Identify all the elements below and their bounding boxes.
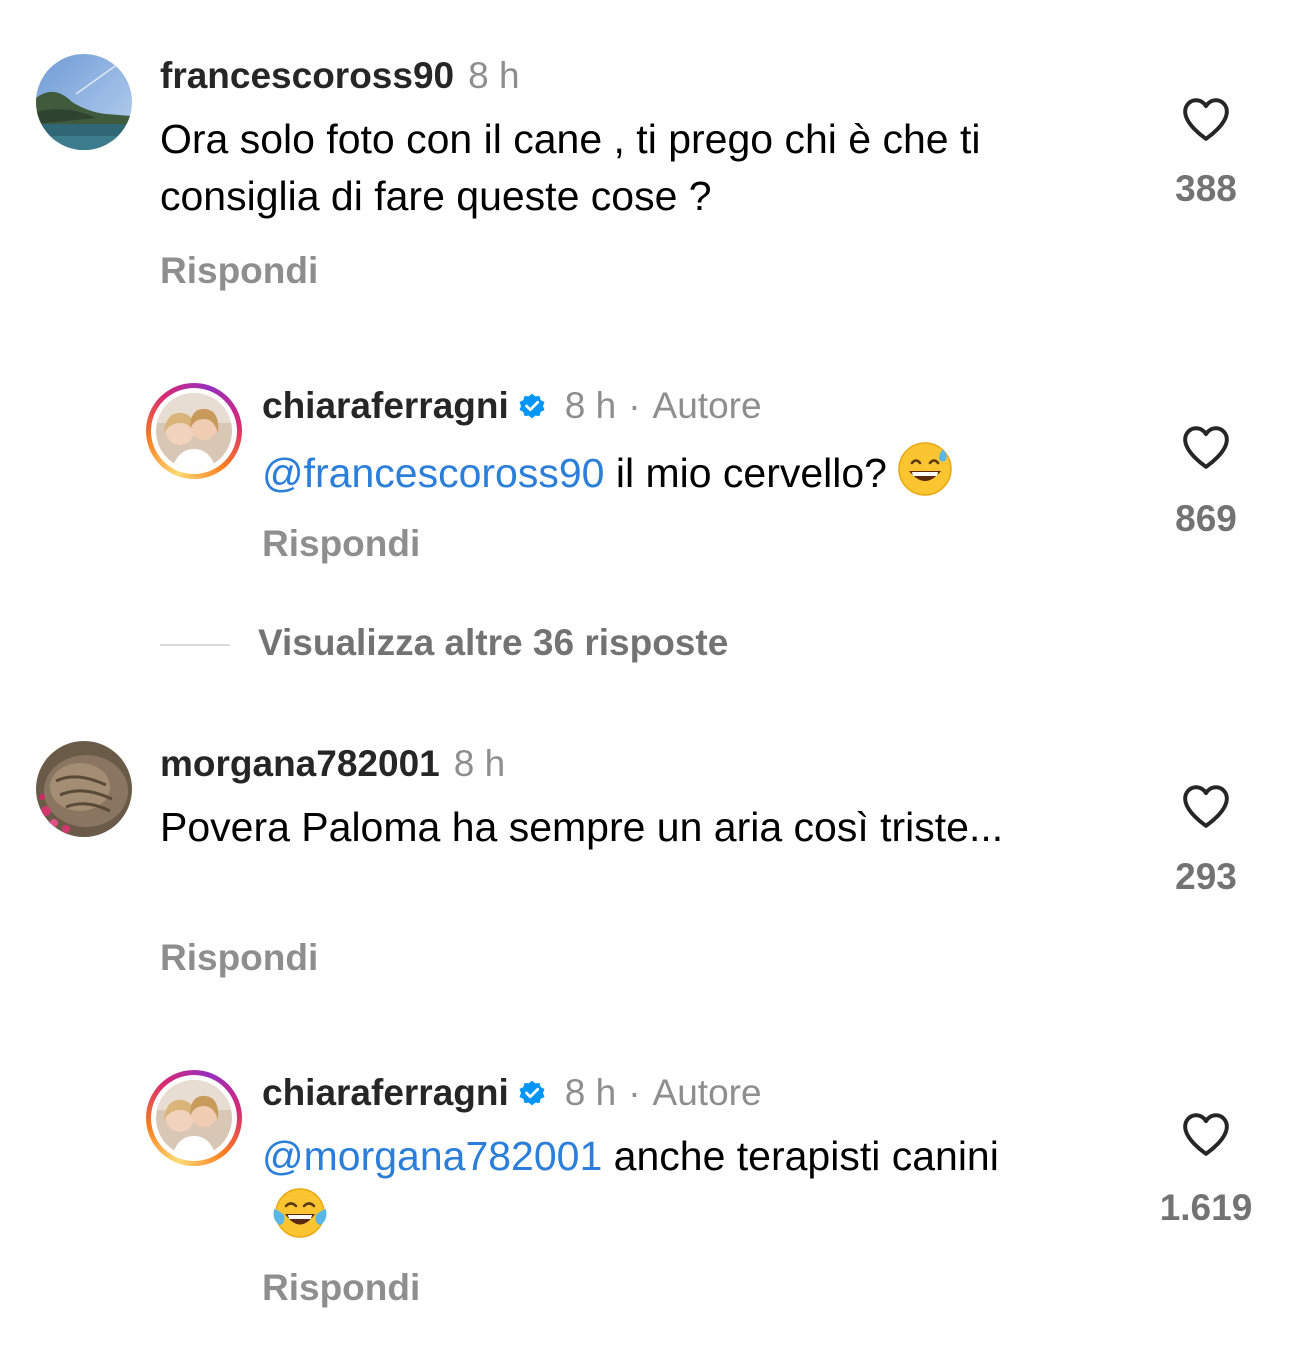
profile-photo-icon — [156, 1080, 232, 1156]
author-badge: Autore — [652, 1072, 762, 1113]
user-avatar[interactable] — [36, 54, 132, 150]
comment-text: Povera Paloma ha sempre un aria così tri… — [160, 804, 1004, 850]
reply-button[interactable]: Rispondi — [262, 1267, 420, 1309]
comment-username[interactable]: chiaraferragni — [262, 385, 509, 426]
comment-text: anche terapisti canini — [613, 1133, 999, 1179]
profile-photo-icon — [156, 393, 232, 469]
like-button[interactable] — [1181, 424, 1231, 475]
comment-username[interactable]: francescoross90 — [160, 55, 454, 96]
user-avatar[interactable] — [36, 741, 132, 837]
landscape-avatar-icon — [36, 54, 132, 150]
reply-button[interactable]: Rispondi — [160, 937, 318, 979]
comment-username[interactable]: chiaraferragni — [262, 1072, 509, 1113]
like-button[interactable] — [1181, 783, 1231, 834]
comment-timestamp: 8 h — [564, 1072, 617, 1113]
reply-button[interactable]: Rispondi — [160, 250, 318, 292]
replies-divider — [160, 644, 230, 646]
heart-icon — [1183, 785, 1229, 828]
comment-username[interactable]: morgana782001 — [160, 743, 440, 784]
like-button[interactable] — [1181, 96, 1231, 147]
reply-button[interactable]: Rispondi — [262, 523, 420, 565]
user-avatar[interactable] — [146, 383, 242, 479]
author-badge: Autore — [652, 385, 762, 426]
comment-text: il mio cervello? — [615, 450, 887, 496]
comment-text-container: @francescoross90 il mio cervello? — [262, 441, 1142, 502]
comment-timestamp: 8 h — [468, 55, 520, 96]
comment-text: Ora solo foto con il cane , ti prego chi… — [160, 116, 981, 219]
meta-separator: · — [628, 1072, 641, 1113]
heart-icon — [1183, 98, 1229, 141]
meta-separator: · — [628, 385, 641, 426]
user-avatar[interactable] — [146, 1070, 242, 1166]
mention-link[interactable]: @morgana782001 — [262, 1133, 602, 1179]
cat-avatar-icon — [36, 741, 132, 837]
view-more-replies-button[interactable]: Visualizza altre 36 risposte — [258, 622, 728, 664]
comment-text-container: @morgana782001 anche terapisti canini — [262, 1128, 1042, 1246]
mention-link[interactable]: @francescoross90 — [262, 450, 604, 496]
verified-badge-icon — [519, 393, 545, 419]
like-count: 1.619 — [1159, 1187, 1253, 1228]
verified-badge-icon — [519, 1080, 545, 1106]
comment-timestamp: 8 h — [564, 385, 617, 426]
like-count: 869 — [1175, 498, 1237, 539]
heart-icon — [1183, 426, 1229, 469]
sweat-smile-emoji-icon — [898, 442, 952, 496]
like-count: 293 — [1175, 856, 1237, 897]
like-count: 388 — [1175, 168, 1237, 209]
tears-of-joy-emoji-icon — [273, 1188, 327, 1238]
heart-icon — [1183, 1113, 1229, 1156]
like-button[interactable] — [1181, 1111, 1231, 1162]
comment-timestamp: 8 h — [453, 743, 506, 784]
